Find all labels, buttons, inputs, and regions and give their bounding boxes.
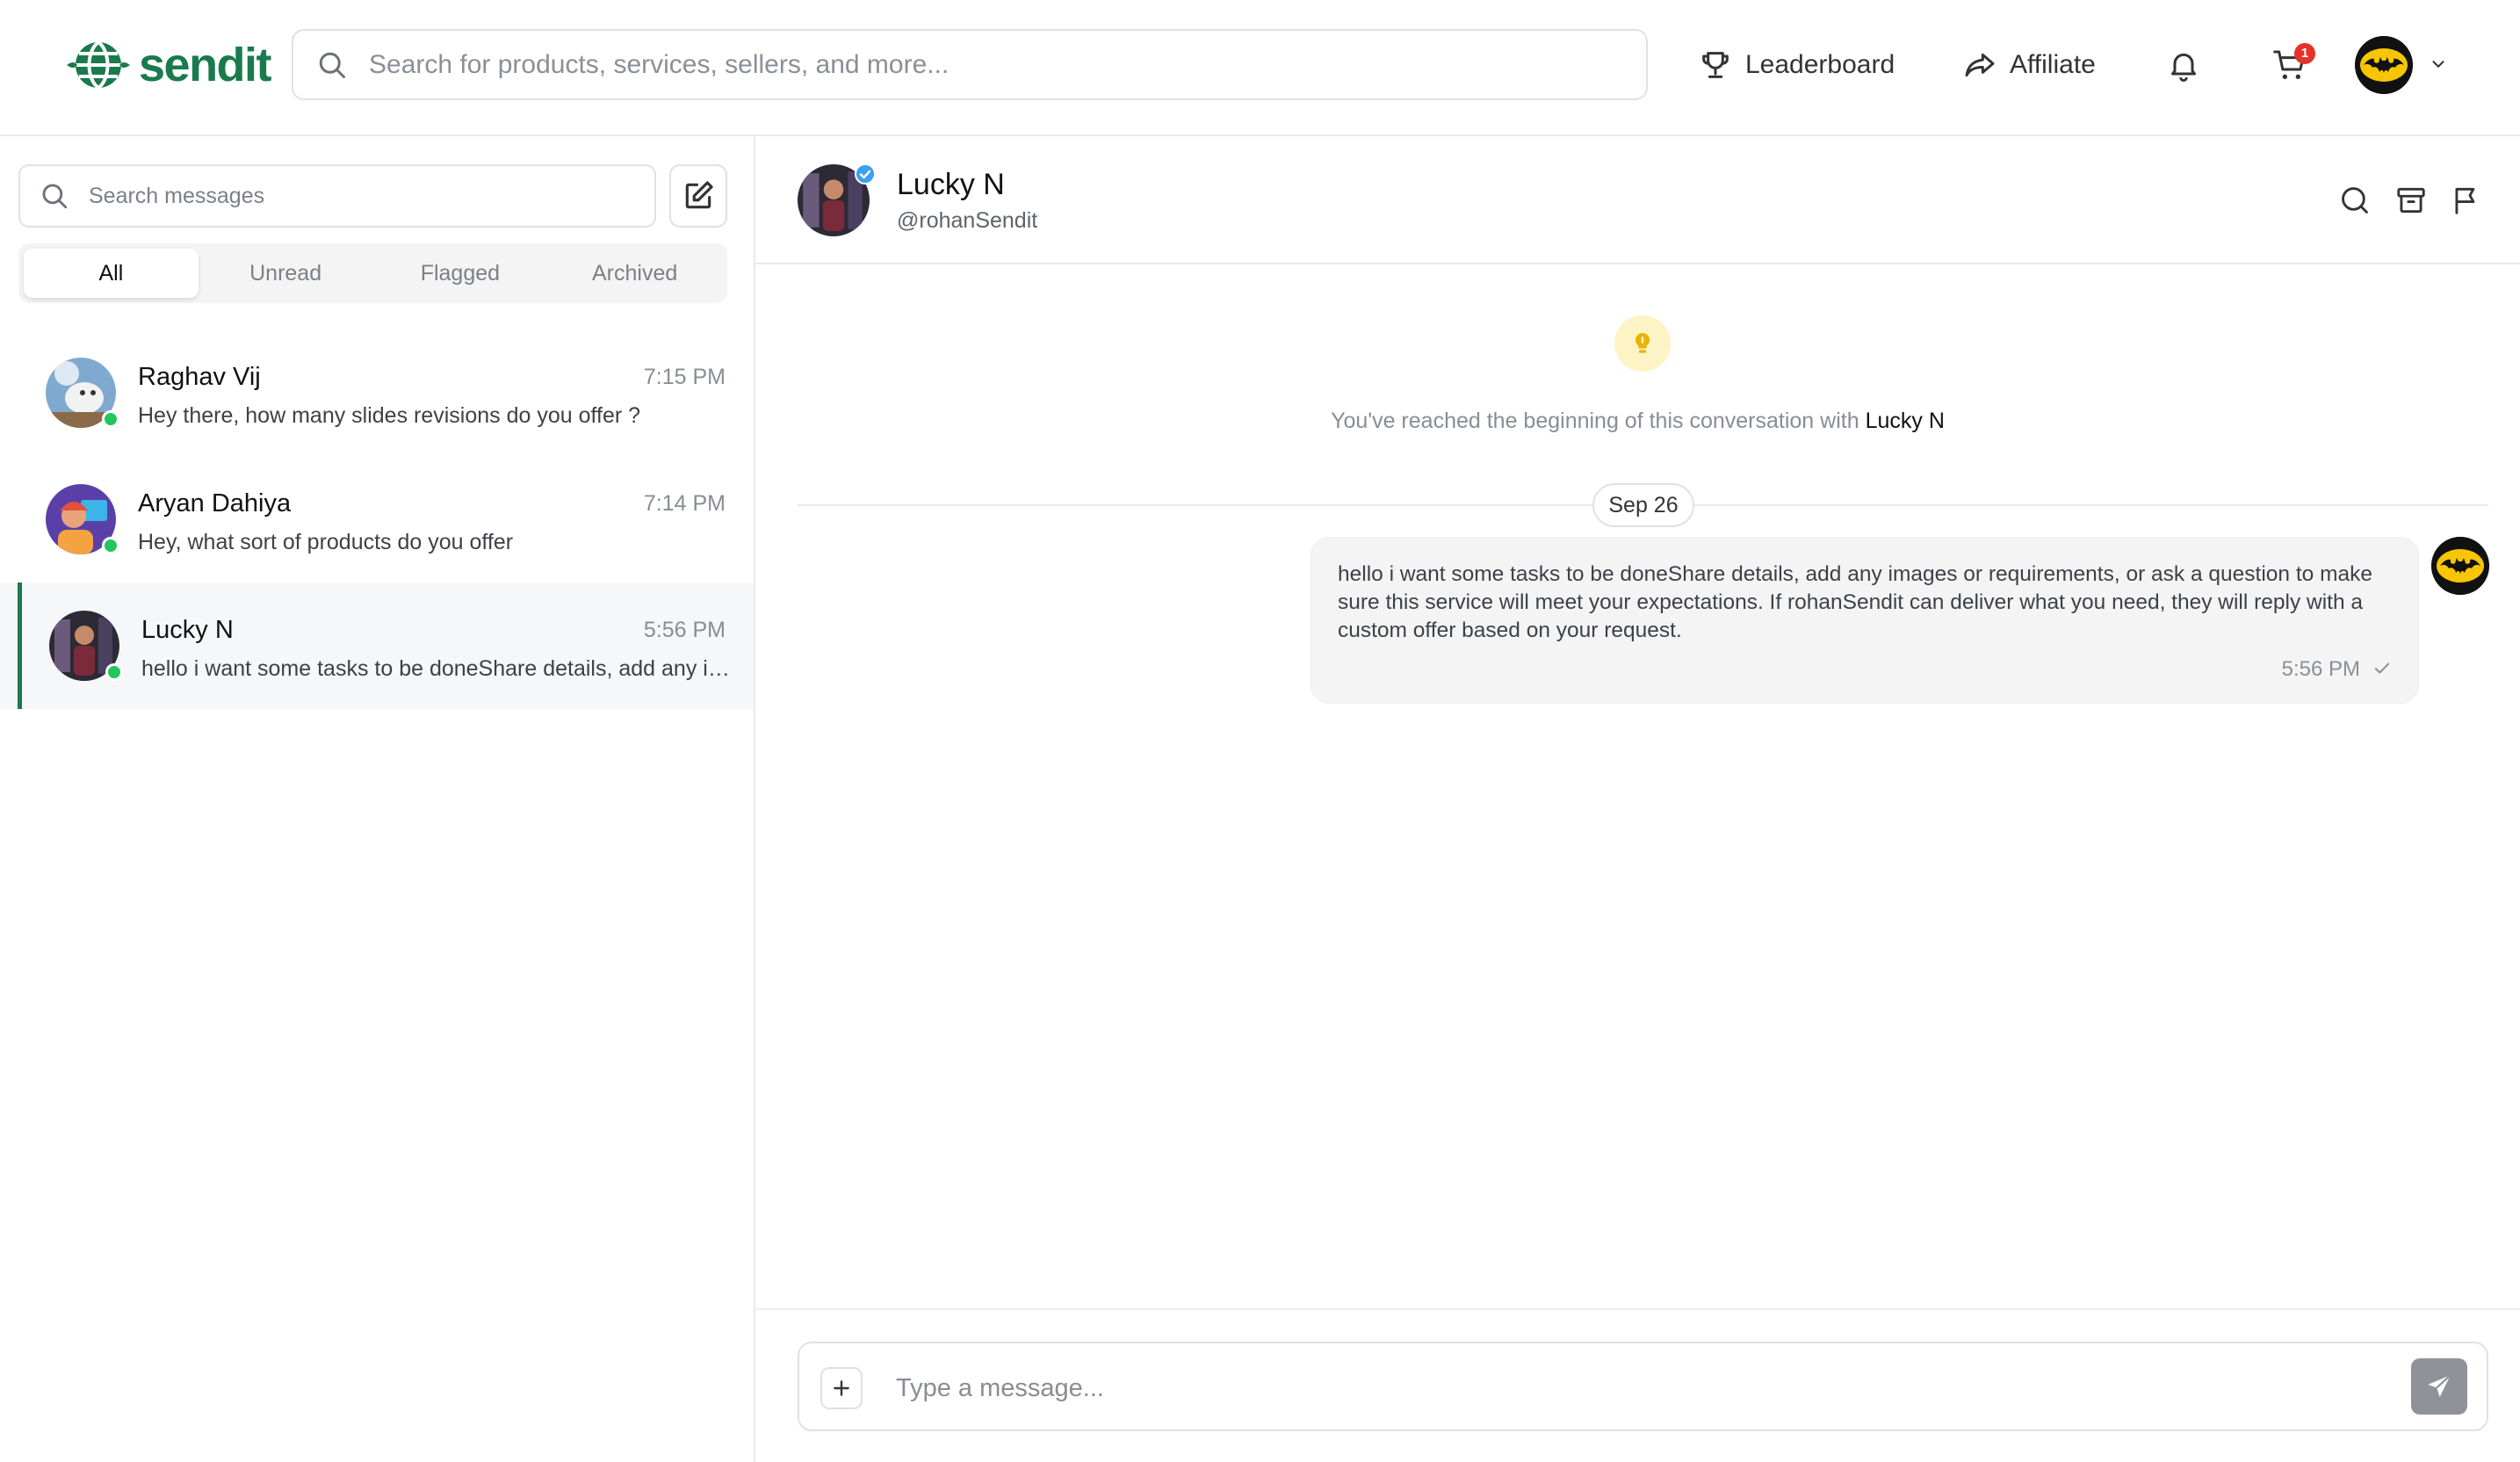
chat-pane: Lucky N @rohanSendit You've reached the … — [755, 136, 2520, 1462]
affiliate-label: Affiliate — [2010, 50, 2096, 79]
conversation-item[interactable]: Aryan Dahiya 7:14 PM Hey, what sort of p… — [0, 456, 754, 583]
compose-icon — [685, 181, 713, 209]
conversation-start-notice: You've reached the beginning of this con… — [755, 409, 2520, 434]
search-icon — [319, 52, 345, 78]
plus-icon — [834, 1380, 849, 1396]
conversation-start-contact: Lucky N — [1865, 409, 1945, 433]
conversation-preview: hello i want some tasks to be doneShare … — [141, 656, 730, 681]
message-time: 5:56 PM — [2281, 657, 2360, 681]
verified-badge-icon — [855, 163, 876, 185]
batman-logo-icon — [2431, 537, 2489, 595]
message-filter-tabs: All Unread Flagged Archived — [18, 243, 727, 303]
batman-logo-icon — [2355, 36, 2413, 94]
conversation-name: Aryan Dahiya — [138, 489, 292, 517]
flag-icon[interactable] — [2450, 184, 2483, 217]
message-search-input[interactable] — [89, 183, 654, 209]
send-icon — [2428, 1374, 2451, 1398]
attach-button[interactable] — [820, 1367, 863, 1409]
date-divider-label: Sep 26 — [1592, 483, 1694, 527]
leaderboard-link[interactable]: Leaderboard — [1698, 37, 1895, 93]
online-status-dot — [102, 537, 119, 554]
trophy-icon — [1702, 52, 1729, 78]
top-navigation-bar: sendit Leaderboard Affiliate 1 — [0, 0, 2520, 136]
message-input[interactable] — [896, 1366, 2345, 1410]
online-status-dot — [102, 410, 119, 428]
message-search-bar[interactable] — [18, 164, 656, 228]
conversation-preview: Hey, what sort of products do you offer — [138, 530, 514, 554]
cart-count-badge: 1 — [2294, 43, 2315, 64]
affiliate-link[interactable]: Affiliate — [1962, 37, 2096, 93]
tab-archived[interactable]: Archived — [547, 249, 722, 298]
conversation-time: 7:14 PM — [643, 491, 726, 516]
contact-name: Lucky N — [897, 168, 1005, 201]
chevron-down-icon[interactable] — [2427, 54, 2450, 74]
search-icon — [42, 184, 68, 209]
conversation-item-selected[interactable]: Lucky N 5:56 PM hello i want some tasks … — [0, 583, 754, 709]
conversation-time: 5:56 PM — [643, 618, 726, 642]
tab-flagged[interactable]: Flagged — [373, 249, 548, 298]
message-bubble-outgoing[interactable]: hello i want some tasks to be doneShare … — [1311, 537, 2419, 704]
contact-handle: @rohanSendit — [897, 208, 1038, 233]
logo-wordmark: sendit — [139, 39, 272, 91]
search-conversation-icon[interactable] — [2338, 184, 2372, 217]
bell-icon[interactable] — [2166, 47, 2201, 83]
message-composer — [798, 1342, 2488, 1431]
chat-header: Lucky N @rohanSendit — [755, 136, 2520, 264]
lightbulb-icon — [1614, 315, 1671, 372]
conversation-name: Raghav Vij — [138, 363, 261, 391]
sendit-logo[interactable]: sendit — [65, 37, 272, 93]
leaderboard-label: Leaderboard — [1745, 50, 1895, 79]
sender-avatar — [2431, 537, 2489, 595]
conversation-name: Lucky N — [141, 616, 234, 644]
conversations-sidebar: All Unread Flagged Archived Raghav Vij 7… — [0, 136, 755, 1462]
user-avatar[interactable] — [2355, 36, 2413, 94]
conversation-list: Raghav Vij 7:15 PM Hey there, how many s… — [0, 329, 754, 709]
online-status-dot — [105, 663, 123, 681]
conversation-preview: Hey there, how many slides revisions do … — [138, 403, 641, 428]
message-text: hello i want some tasks to be doneShare … — [1338, 562, 2373, 642]
composer-area — [755, 1308, 2520, 1462]
conversation-item[interactable]: Raghav Vij 7:15 PM Hey there, how many s… — [0, 329, 754, 456]
conversation-start-text: You've reached the beginning of this con… — [1331, 409, 1866, 433]
archive-icon[interactable] — [2394, 184, 2428, 217]
new-message-button[interactable] — [669, 164, 727, 228]
send-button[interactable] — [2411, 1358, 2467, 1415]
sent-check-icon — [2374, 662, 2390, 674]
share-arrow-icon — [1965, 53, 1995, 77]
conversation-time: 7:15 PM — [643, 365, 726, 389]
global-search-bar[interactable] — [292, 29, 1648, 100]
global-search-input[interactable] — [369, 49, 1646, 80]
tab-unread[interactable]: Unread — [199, 249, 373, 298]
globe-logo-icon — [67, 40, 130, 90]
tab-all[interactable]: All — [24, 249, 199, 298]
